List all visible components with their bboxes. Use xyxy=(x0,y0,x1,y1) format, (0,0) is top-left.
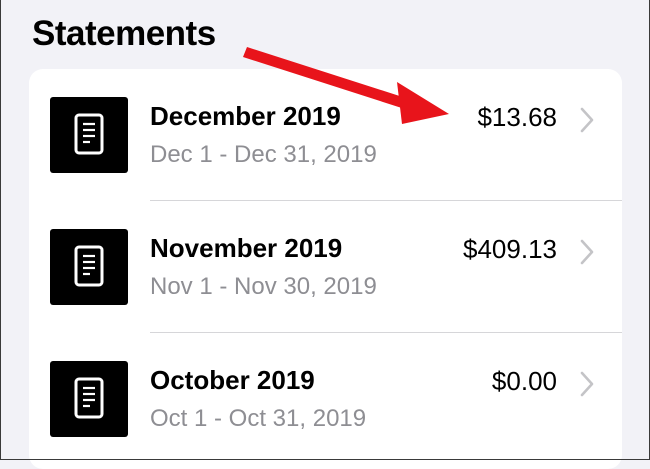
statement-amount: $0.00 xyxy=(491,366,557,396)
statement-title: November 2019 xyxy=(150,233,343,263)
document-icon xyxy=(50,361,128,437)
statement-date-range: Dec 1 - Dec 31, 2019 xyxy=(150,141,377,168)
chevron-right-icon xyxy=(579,239,595,270)
statement-title: December 2019 xyxy=(150,101,341,131)
statement-date-range: Oct 1 - Oct 31, 2019 xyxy=(150,405,367,432)
statement-row-december-2019[interactable]: December 2019 Dec 1 - Dec 31, 2019 $13.6… xyxy=(29,69,622,201)
statement-date-range: Nov 1 - Nov 30, 2019 xyxy=(150,273,377,300)
section-title: Statements xyxy=(32,14,216,53)
statements-list: December 2019 Dec 1 - Dec 31, 2019 $13.6… xyxy=(29,69,622,469)
statement-amount: $13.68 xyxy=(477,102,557,132)
document-icon xyxy=(50,229,128,305)
chevron-right-icon xyxy=(579,371,595,402)
statement-row-october-2019[interactable]: October 2019 Oct 1 - Oct 31, 2019 $0.00 xyxy=(29,333,622,465)
statement-amount: $409.13 xyxy=(463,234,557,264)
document-icon xyxy=(50,97,128,173)
statement-row-november-2019[interactable]: November 2019 Nov 1 - Nov 30, 2019 $409.… xyxy=(29,201,622,333)
chevron-right-icon xyxy=(579,107,595,138)
statement-title: October 2019 xyxy=(150,365,315,395)
